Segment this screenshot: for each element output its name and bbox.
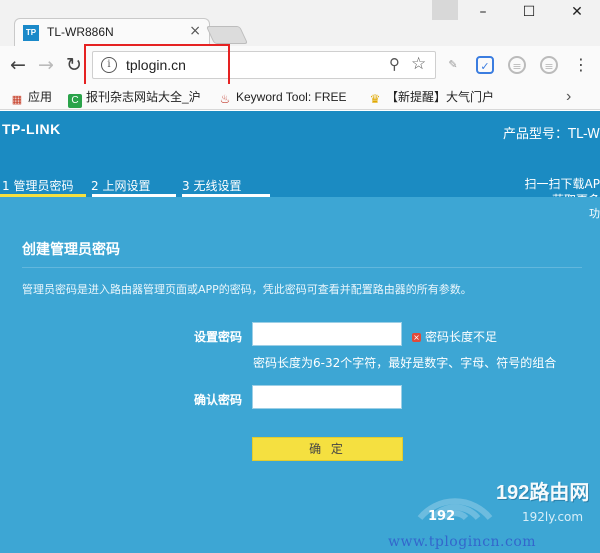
tab-close-icon[interactable]: × (189, 23, 201, 39)
qr-function-text: 功 (589, 207, 600, 220)
confirm-button[interactable]: 确 定 (252, 437, 403, 461)
bookmark-label: 【新提醒】大气门户 (386, 90, 495, 104)
password-hint: 密码长度为6-32个字符，最好是数字、字母、符号的组合 (253, 356, 557, 370)
bookmark-portal[interactable]: ♛ 【新提醒】大气门户 (368, 88, 494, 106)
extension-circle-icon-2[interactable]: ≡ (540, 56, 558, 74)
panel-divider (22, 267, 582, 268)
trophy-icon: ♛ (369, 92, 381, 106)
watermark-sub-right: 192ly.com (522, 510, 584, 524)
extension-feather-icon[interactable]: ✎ (444, 56, 462, 74)
minimize-button[interactable]: – (468, 4, 498, 24)
confirm-password-input[interactable] (252, 385, 402, 409)
tab-title: TL-WR886N (47, 25, 114, 39)
apps-grid-icon: ▦ (11, 94, 23, 106)
set-password-label: 设置密码 (194, 330, 243, 344)
bookmark-apps[interactable]: ▦ 应用 (10, 88, 52, 106)
step-wireless-settings: 3 无线设置 (182, 179, 242, 193)
bookmark-label: 应用 (28, 90, 53, 104)
address-bar[interactable]: i tplogin.cn ⚲ ☆ (92, 51, 436, 79)
watermark-sub-left: 192 (428, 509, 456, 524)
panel-description: 管理员密码是进入路由器管理页面或APP的密码，凭此密码可查看并配置路由器的所有参… (22, 283, 472, 296)
extension-shield-icon[interactable]: ✓ (476, 56, 494, 74)
bookmarks-bar: ▦ 应用 C 报刊杂志网站大全_沪 ♨ Keyword Tool: FREE ♛ 【新提… (0, 84, 600, 110)
bookmark-keyword-tool[interactable]: ♨ Keyword Tool: FREE (218, 88, 347, 106)
qr-download-text: 扫一扫下载AP (524, 177, 600, 191)
zoom-icon[interactable]: ⚲ (389, 55, 400, 73)
password-error-text: 密码长度不足 (425, 330, 498, 344)
more-bookmarks-chevron-icon[interactable]: › (566, 88, 571, 106)
url-text[interactable]: tplogin.cn (126, 57, 186, 73)
error-icon: × (412, 333, 421, 342)
step-admin-password: 1 管理员密码 (2, 179, 74, 193)
menu-dots-icon[interactable]: ⋮ (572, 56, 590, 74)
bookmark-label: 报刊杂志网站大全_沪 (86, 90, 201, 104)
green-c-icon: C (68, 94, 82, 108)
router-header: TP-LINK 产品型号：TL-W 1 管理员密码 2 上网设置 3 无线设置 … (0, 111, 600, 207)
watermark-url: www.tplogincn.com (388, 534, 537, 550)
forward-arrow-icon[interactable]: → (34, 53, 58, 77)
set-password-input[interactable] (252, 322, 402, 346)
bookmark-star-icon[interactable]: ☆ (411, 54, 426, 74)
maximize-button[interactable]: ☐ (514, 4, 544, 24)
reload-icon[interactable]: ↻ (62, 53, 86, 77)
close-window-button[interactable]: ✕ (562, 4, 592, 24)
bookmark-newspapers[interactable]: C 报刊杂志网站大全_沪 (68, 88, 201, 108)
confirm-password-label: 确认密码 (194, 393, 243, 407)
watermark-brand: 192路由网 (496, 482, 590, 504)
back-arrow-icon[interactable]: ← (6, 53, 30, 77)
flame-icon: ♨ (219, 92, 231, 106)
profile-button[interactable] (432, 0, 458, 20)
browser-tab[interactable]: TP TL-WR886N × (14, 18, 210, 46)
new-tab-button[interactable] (205, 26, 249, 44)
tp-link-logo: TP-LINK (2, 121, 61, 137)
product-model: 产品型号：TL-W (503, 127, 600, 142)
browser-tab-strip: TP TL-WR886N × – ☐ ✕ (0, 0, 600, 46)
step-internet-settings: 2 上网设置 (91, 179, 151, 193)
browser-toolbar: ← → ↻ i tplogin.cn ⚲ ☆ ✎ ✓ ≡ ≡ ⋮ (0, 46, 600, 84)
tp-link-favicon-icon: TP (23, 25, 39, 41)
site-info-icon[interactable]: i (101, 57, 117, 73)
extension-circle-icon[interactable]: ≡ (508, 56, 526, 74)
panel-title: 创建管理员密码 (22, 242, 120, 258)
bookmark-label: Keyword Tool: FREE (236, 90, 347, 104)
